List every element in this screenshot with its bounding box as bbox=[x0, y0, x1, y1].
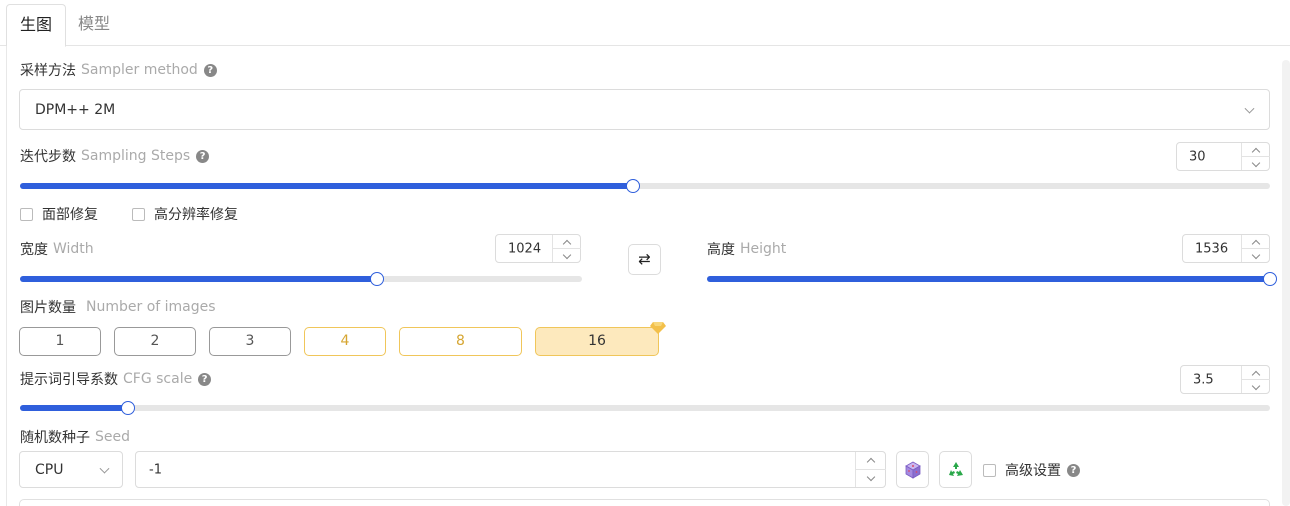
diamond-icon bbox=[650, 322, 666, 334]
cfg-value: 3.5 bbox=[1193, 372, 1214, 387]
swap-arrows-icon: ⇄ bbox=[638, 250, 651, 268]
reuse-seed-button[interactable] bbox=[939, 451, 972, 488]
chevron-down-icon bbox=[99, 463, 110, 474]
dice-icon bbox=[905, 461, 921, 479]
seed-label-cn: 随机数种子 bbox=[20, 430, 90, 446]
steps-number-input[interactable]: 30 bbox=[1176, 142, 1270, 171]
height-label-en: Height bbox=[740, 241, 787, 257]
panel-border bbox=[6, 46, 7, 506]
increment-button[interactable] bbox=[1242, 235, 1270, 249]
cfg-slider-thumb[interactable] bbox=[120, 401, 135, 415]
next-section-box bbox=[19, 499, 1270, 506]
num-images-label-en: Number of images bbox=[86, 299, 216, 315]
seed-value: -1 bbox=[149, 462, 162, 477]
help-icon[interactable]: ? bbox=[1067, 463, 1080, 477]
checkbox-box[interactable] bbox=[20, 207, 33, 221]
steps-value: 30 bbox=[1189, 149, 1206, 164]
num-images-label: 图片数量 Number of images bbox=[20, 297, 216, 317]
steps-label: 迭代步数 Sampling Steps ? bbox=[20, 146, 210, 166]
height-label-cn: 高度 bbox=[707, 242, 735, 258]
num-images-option-4[interactable]: 4 bbox=[304, 327, 386, 356]
steps-slider[interactable] bbox=[20, 179, 1270, 193]
sampler-value: DPM++ 2M bbox=[35, 101, 116, 118]
height-stepper bbox=[1241, 235, 1270, 263]
height-label: 高度 Height bbox=[707, 239, 786, 259]
width-value: 1024 bbox=[508, 241, 542, 256]
hires-fix-checkbox[interactable]: 高分辨率修复 bbox=[132, 204, 238, 224]
seed-device-select[interactable]: CPU bbox=[19, 451, 123, 488]
steps-slider-fill bbox=[20, 183, 633, 189]
decrement-button[interactable] bbox=[1242, 380, 1270, 394]
sampler-label-en: Sampler method bbox=[81, 62, 198, 78]
height-number-input[interactable]: 1536 bbox=[1182, 234, 1270, 263]
scrollbar-track[interactable] bbox=[1282, 60, 1290, 506]
sampler-label: 采样方法 Sampler method ? bbox=[20, 60, 217, 80]
decrement-button[interactable] bbox=[856, 470, 886, 488]
width-slider-fill bbox=[20, 276, 378, 282]
recycle-icon bbox=[949, 462, 963, 476]
hires-fix-label: 高分辨率修复 bbox=[154, 207, 238, 223]
steps-label-cn: 迭代步数 bbox=[20, 149, 76, 165]
width-slider-thumb[interactable] bbox=[370, 272, 385, 286]
width-label-cn: 宽度 bbox=[20, 242, 48, 258]
checkbox-box[interactable] bbox=[132, 207, 145, 221]
width-label: 宽度 Width bbox=[20, 239, 94, 259]
height-slider[interactable] bbox=[707, 272, 1277, 286]
help-icon[interactable]: ? bbox=[198, 372, 212, 386]
help-icon[interactable]: ? bbox=[203, 63, 217, 77]
num-images-option-16[interactable]: 16 bbox=[535, 327, 659, 356]
width-stepper bbox=[552, 235, 581, 263]
checkbox-box[interactable] bbox=[983, 463, 996, 477]
seed-label: 随机数种子 Seed bbox=[20, 427, 130, 447]
tab-models[interactable]: 模型 bbox=[66, 4, 122, 46]
chevron-down-icon bbox=[1244, 103, 1255, 114]
increment-button[interactable] bbox=[553, 235, 581, 249]
decrement-button[interactable] bbox=[553, 249, 581, 263]
cfg-label-cn: 提示词引导系数 bbox=[20, 372, 118, 388]
increment-button[interactable] bbox=[1242, 143, 1270, 157]
height-value: 1536 bbox=[1195, 241, 1229, 256]
height-slider-thumb[interactable] bbox=[1263, 272, 1277, 286]
cfg-slider[interactable] bbox=[20, 401, 1270, 415]
num-images-option-3[interactable]: 3 bbox=[209, 327, 291, 356]
sampler-label-cn: 采样方法 bbox=[20, 63, 76, 79]
num-images-option-1[interactable]: 1 bbox=[19, 327, 101, 356]
num-images-label-cn: 图片数量 bbox=[20, 300, 76, 316]
face-restore-label: 面部修复 bbox=[42, 207, 98, 223]
advanced-settings-label: 高级设置 bbox=[1005, 463, 1061, 479]
random-seed-button[interactable] bbox=[896, 451, 929, 488]
width-slider[interactable] bbox=[20, 272, 582, 286]
face-restore-checkbox[interactable]: 面部修复 bbox=[20, 204, 98, 224]
tab-bar: 生图 模型 bbox=[0, 0, 1290, 47]
cfg-label-en: CFG scale bbox=[123, 371, 193, 387]
width-number-input[interactable]: 1024 bbox=[495, 234, 581, 263]
cfg-number-input[interactable]: 3.5 bbox=[1180, 365, 1270, 394]
increment-button[interactable] bbox=[1242, 366, 1270, 380]
seed-stepper bbox=[855, 452, 886, 488]
width-label-en: Width bbox=[53, 241, 94, 257]
swap-dimensions-button[interactable]: ⇄ bbox=[628, 244, 661, 275]
num-images-option-8[interactable]: 8 bbox=[399, 327, 522, 356]
cfg-label: 提示词引导系数 CFG scale ? bbox=[20, 369, 212, 389]
seed-label-en: Seed bbox=[95, 429, 130, 445]
help-icon[interactable]: ? bbox=[196, 149, 210, 163]
decrement-button[interactable] bbox=[1242, 157, 1270, 171]
steps-slider-thumb[interactable] bbox=[625, 179, 640, 193]
height-slider-fill bbox=[707, 276, 1270, 282]
steps-stepper bbox=[1241, 143, 1270, 171]
cfg-stepper bbox=[1241, 366, 1270, 394]
seed-input[interactable]: -1 bbox=[135, 451, 886, 488]
advanced-settings-checkbox[interactable]: 高级设置 ? bbox=[983, 460, 1080, 480]
sampler-select[interactable]: DPM++ 2M bbox=[19, 89, 1270, 130]
seed-device-value: CPU bbox=[35, 461, 64, 478]
steps-label-en: Sampling Steps bbox=[81, 148, 191, 164]
num-images-option-2[interactable]: 2 bbox=[114, 327, 196, 356]
cfg-slider-fill bbox=[20, 405, 128, 411]
tab-generate[interactable]: 生图 bbox=[6, 4, 66, 47]
decrement-button[interactable] bbox=[1242, 249, 1270, 263]
increment-button[interactable] bbox=[856, 452, 886, 470]
